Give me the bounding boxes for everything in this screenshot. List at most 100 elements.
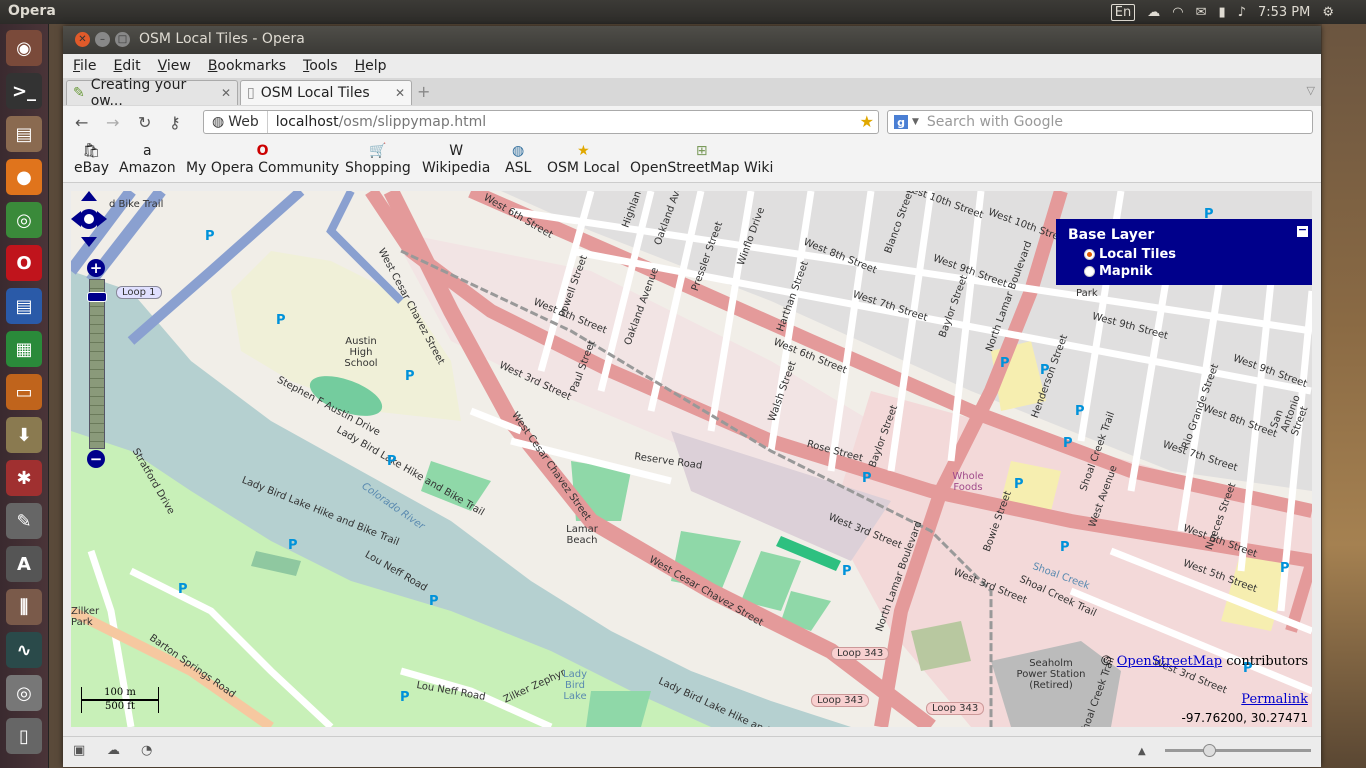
layer-option-mapnik[interactable]: Mapnik <box>1084 264 1152 279</box>
navigation-bar: ← → ↻ ⚷ ◍ Web localhost/osm/slippymap.htm… <box>63 106 1321 140</box>
scale-line: 100 m 500 ft <box>81 687 159 713</box>
bookmark-asl[interactable]: ◍ ASL <box>505 142 531 176</box>
impress-icon[interactable]: ▭ <box>6 374 42 410</box>
reload-button[interactable]: ↻ <box>138 113 151 132</box>
google-icon[interactable]: g <box>894 115 908 129</box>
zoom-out-button[interactable]: − <box>87 450 105 468</box>
settings-icon[interactable]: ✱ <box>6 460 42 496</box>
writer-icon[interactable]: ▤ <box>6 288 42 324</box>
zoom-in-button[interactable]: + <box>87 259 105 277</box>
minimize-window-button[interactable]: – <box>95 32 110 47</box>
maximize-window-button[interactable]: □ <box>115 32 130 47</box>
status-bar: ▣ ☁ ◔ ▲ <box>63 736 1321 767</box>
software-center-icon[interactable]: A <box>6 546 42 582</box>
files-icon[interactable]: ▤ <box>6 116 42 152</box>
launcher: ◉ >_ ▤ ● ◎ O ▤ ▦ ▭ ⬇ ✱ ✎ A ⫼ ∿ ◎ ▯ <box>0 24 49 768</box>
menu-view[interactable]: View <box>158 58 191 74</box>
pan-control[interactable] <box>71 191 107 247</box>
address-bar[interactable]: ◍ Web localhost/osm/slippymap.html ★ <box>203 110 879 134</box>
cart-icon: 🛒 <box>369 143 387 159</box>
bookmark-osm-local[interactable]: ★ OSM Local <box>547 142 620 176</box>
minimize-layer-switcher-button[interactable]: − <box>1297 224 1308 237</box>
desktop-background <box>1322 24 1366 768</box>
page-icon: ▯ <box>247 85 255 101</box>
globe-icon: ◍ <box>212 114 225 130</box>
radio-selected[interactable] <box>1084 249 1095 260</box>
close-tab-icon[interactable]: ✕ <box>395 86 405 100</box>
page-zoom-knob[interactable] <box>1203 744 1216 757</box>
mail-icon[interactable]: ✉ <box>1196 5 1207 20</box>
clock[interactable]: 7:53 PM <box>1258 5 1310 20</box>
layer-switcher: Base Layer − Local Tiles Mapnik <box>1056 219 1312 285</box>
menu-bookmarks[interactable]: Bookmarks <box>208 58 286 74</box>
wifi-icon[interactable]: ◠ <box>1172 5 1183 20</box>
system-monitor-icon[interactable]: ∿ <box>6 632 42 668</box>
menu-edit[interactable]: Edit <box>113 58 140 74</box>
web-badge[interactable]: ◍ Web <box>204 111 268 133</box>
zoom-control[interactable]: + − <box>87 259 107 469</box>
key-icon[interactable]: ⚷ <box>169 113 181 132</box>
close-window-button[interactable]: ✕ <box>75 32 90 47</box>
panel-toggle-icon[interactable]: ▣ <box>73 743 85 758</box>
terminal-icon[interactable]: >_ <box>6 73 42 109</box>
battery-icon[interactable]: ▮ <box>1219 5 1226 20</box>
layer-option-local-tiles[interactable]: Local Tiles <box>1084 247 1176 262</box>
attribution: © OpenStreetMap contributors <box>1099 654 1308 669</box>
mixer-icon[interactable]: ⫼ <box>6 589 42 625</box>
osm-link[interactable]: OpenStreetMap <box>1117 654 1222 669</box>
volume-icon[interactable]: ♪ <box>1238 5 1246 20</box>
keyboard-indicator[interactable]: En <box>1110 3 1136 21</box>
zoom-slider-track[interactable] <box>89 279 105 449</box>
permalink-link[interactable]: Permalink <box>1241 692 1308 707</box>
tab-creating[interactable]: ✎ Creating your ow... ✕ <box>66 77 238 109</box>
calc-icon[interactable]: ▦ <box>6 331 42 367</box>
slippy-map[interactable]: Loop 1 d Bike Trail West 6th Street West… <box>71 191 1312 727</box>
tab-osm-local-tiles[interactable]: ▯ OSM Local Tiles ✕ <box>240 80 412 105</box>
scale-metric: 100 m <box>81 687 159 700</box>
bookmark-ebay[interactable]: 🛍 eBay <box>74 142 109 176</box>
star-icon: ★ <box>577 143 590 159</box>
opera-unite-cloud-icon[interactable]: ☁ <box>107 743 120 758</box>
bookmark-amazon[interactable]: a Amazon <box>119 142 176 176</box>
url-text[interactable]: localhost/osm/slippymap.html <box>268 114 486 130</box>
page-zoom-slider[interactable] <box>1165 744 1311 757</box>
zoom-slider-handle[interactable] <box>87 292 107 302</box>
back-button[interactable]: ← <box>75 113 88 132</box>
view-toggle-up-icon[interactable]: ▲ <box>1138 746 1146 757</box>
tab-bar: ✎ Creating your ow... ✕ ▯ OSM Local Tile… <box>63 77 1321 109</box>
bookmark-shopping[interactable]: 🛒 Shopping <box>345 142 411 176</box>
radio-unselected[interactable] <box>1084 266 1095 277</box>
window-title: OSM Local Tiles - Opera <box>139 31 305 47</box>
bookmark-star-icon[interactable]: ★ <box>860 112 874 131</box>
pan-up-icon <box>81 191 97 201</box>
new-tab-button[interactable]: + <box>417 82 430 101</box>
shopping-bag-icon: 🛍 <box>82 143 101 159</box>
turbo-speedometer-icon[interactable]: ◔ <box>141 743 152 758</box>
bookmark-osm-wiki[interactable]: ⊞ OpenStreetMap Wiki <box>630 142 773 176</box>
gear-icon[interactable]: ⚙ <box>1322 5 1334 20</box>
menu-tools[interactable]: Tools <box>303 58 338 74</box>
tab-menu-chevron-icon[interactable]: ▽ <box>1307 84 1315 97</box>
layer-switcher-title: Base Layer <box>1068 227 1155 243</box>
trash-icon[interactable]: ▯ <box>6 718 42 754</box>
forward-button[interactable]: → <box>106 113 119 132</box>
bookmark-my-opera[interactable]: O My Opera Community <box>186 142 339 176</box>
active-app-name: Opera <box>8 3 56 19</box>
tab-label: Creating your ow... <box>90 77 187 109</box>
cloud-icon[interactable]: ☁ <box>1147 5 1160 20</box>
search-field[interactable]: g ▼ Search with Google <box>887 110 1313 134</box>
disc-icon[interactable]: ◎ <box>6 675 42 711</box>
menu-help[interactable]: Help <box>355 58 387 74</box>
firefox-icon[interactable]: ● <box>6 159 42 195</box>
archive-icon[interactable]: ⬇ <box>6 417 42 453</box>
dash-icon[interactable]: ◉ <box>6 30 42 66</box>
opera-icon[interactable]: O <box>6 245 42 281</box>
osm-icon: ⊞ <box>695 143 708 159</box>
close-tab-icon[interactable]: ✕ <box>221 86 231 100</box>
bookmark-wikipedia[interactable]: W Wikipedia <box>422 142 490 176</box>
chevron-down-icon[interactable]: ▼ <box>912 117 919 127</box>
text-editor-icon[interactable]: ✎ <box>6 503 42 539</box>
menu-file[interactable]: File <box>73 58 96 74</box>
system-tray: En ☁ ◠ ✉ ▮ ♪ 7:53 PM ⚙ <box>1110 0 1366 24</box>
chrome-icon[interactable]: ◎ <box>6 202 42 238</box>
